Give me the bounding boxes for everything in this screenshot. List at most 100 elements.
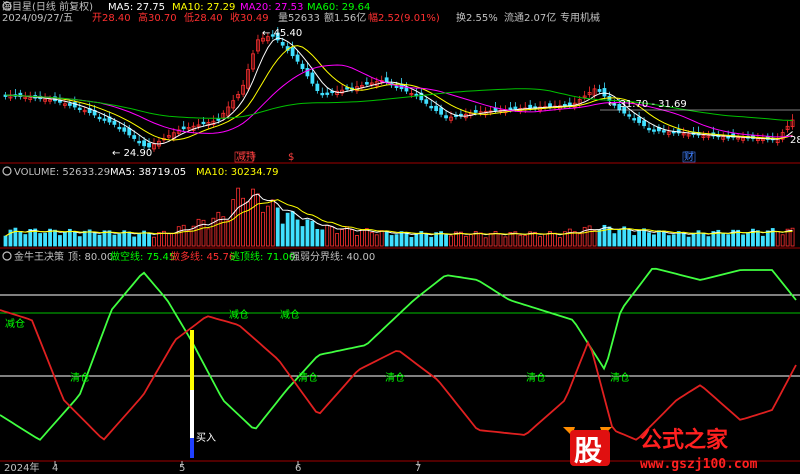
volume-bar [206,228,211,247]
ma10-line [5,45,793,141]
candle-body [444,115,448,119]
marker-dollar[interactable]: $ [288,152,294,163]
candle-body [548,103,552,107]
volume-bar [379,230,384,247]
volume-bar [414,233,419,247]
volume-bar [647,232,651,247]
range-price-label: ← 31.70 - 31.69 [608,99,687,110]
volume-bar [637,229,641,247]
volume-bar [424,233,429,247]
indicator-gear-icon[interactable] [2,251,12,261]
stock-title: 海目星(日线 前复权) [2,0,93,13]
volume-ma5: MA5: 38719.05 [110,167,186,178]
volume-bar [112,234,117,247]
label-clear-5: 清仓 [610,371,630,384]
volume-bar [265,205,270,247]
volume-bar [765,230,770,247]
volume-bar [409,236,414,247]
buy-signal-bar-blue [190,438,194,458]
volume-bar [82,230,87,247]
candle-body [280,41,285,46]
marker-finance[interactable]: 财 [684,150,694,163]
axis-month-5: 5 [179,463,185,474]
volume-bar [374,234,379,247]
info-sector: 专用机械 [560,11,600,24]
candle-body [424,99,429,104]
volume-bar [364,228,369,247]
volume-bar [320,229,325,247]
volume-bar [137,232,142,247]
candle-body [567,102,572,106]
price-candles [3,27,795,152]
info-change: 幅2.52(9.01%) [368,11,440,24]
candle-body [132,135,137,139]
buy-signal-bar-yellow [190,330,194,390]
volume-bar [102,230,107,247]
volume-bar [760,235,765,247]
volume-bar [157,232,161,247]
volume-bar [657,230,661,247]
candle-body [97,116,102,120]
info-volume: 量52633 [278,12,320,24]
volume-bar [63,231,67,247]
info-amount: 额1.56亿 [324,11,366,24]
volume-bar [394,234,399,247]
volume-bar [399,231,404,247]
volume-bar [305,219,310,247]
volume-bar [572,231,577,247]
buy-signal-bar-white [190,390,194,438]
volume-bar [340,229,345,247]
candle-body [67,103,72,106]
candle-body [201,121,206,125]
info-date: 2024/09/27/五 [2,13,73,24]
volume-bar [384,230,389,247]
volume-bar [345,226,349,247]
volume-bar [498,233,503,247]
volume-bar [463,235,468,247]
indicator-boundary: 强弱分界线: 40.00 [290,250,375,263]
candle-body [181,126,186,130]
stock-chart-window: 海目星(日线 前复权) MA5: 27.75 MA10: 27.29 MA20:… [0,0,800,474]
volume-bar [117,233,122,247]
candle-body [642,120,646,127]
volume-bar [538,236,542,247]
candle-body [394,85,399,88]
candle-body [602,88,607,97]
axis-year: 2024年 [4,461,39,474]
volume-bar [468,234,473,247]
volume-bar [77,236,82,247]
label-clear-3: 清仓 [385,371,405,384]
volume-bar [543,233,547,247]
volume-bar [216,211,221,247]
volume-bar [746,232,750,247]
candle-body [384,77,389,83]
candle-body [117,126,122,130]
chart-canvas[interactable]: 海目星(日线 前复权) MA5: 27.75 MA10: 27.29 MA20:… [0,0,800,474]
volume-bar [612,233,617,247]
volume-bar [587,225,592,247]
volume-bar [221,216,226,247]
candle-body [305,68,310,77]
volume-bar [97,234,102,247]
candle-body [216,118,221,121]
info-open: 开28.40 [92,13,131,24]
candle-body [310,72,315,84]
volume-moving-averages [5,193,793,237]
volume-bar [280,223,285,247]
marker-reduce[interactable]: 减持 [236,150,256,163]
label-reduce-2: 减仓 [229,308,249,321]
volume-bar [666,235,671,247]
indicator-title: 金牛王决策 [14,250,64,263]
volume-bar [72,231,77,247]
volume-gear-icon[interactable] [2,166,12,176]
volume-bar [236,187,241,247]
volume-bar [691,232,696,247]
info-high: 高30.70 [138,11,177,24]
volume-bar [176,226,181,247]
candle-body [647,127,651,131]
volume-bar [191,225,196,247]
volume-bar [553,232,557,247]
volume-bar [780,234,785,247]
volume-bar [434,232,439,247]
candle-body [632,118,637,121]
